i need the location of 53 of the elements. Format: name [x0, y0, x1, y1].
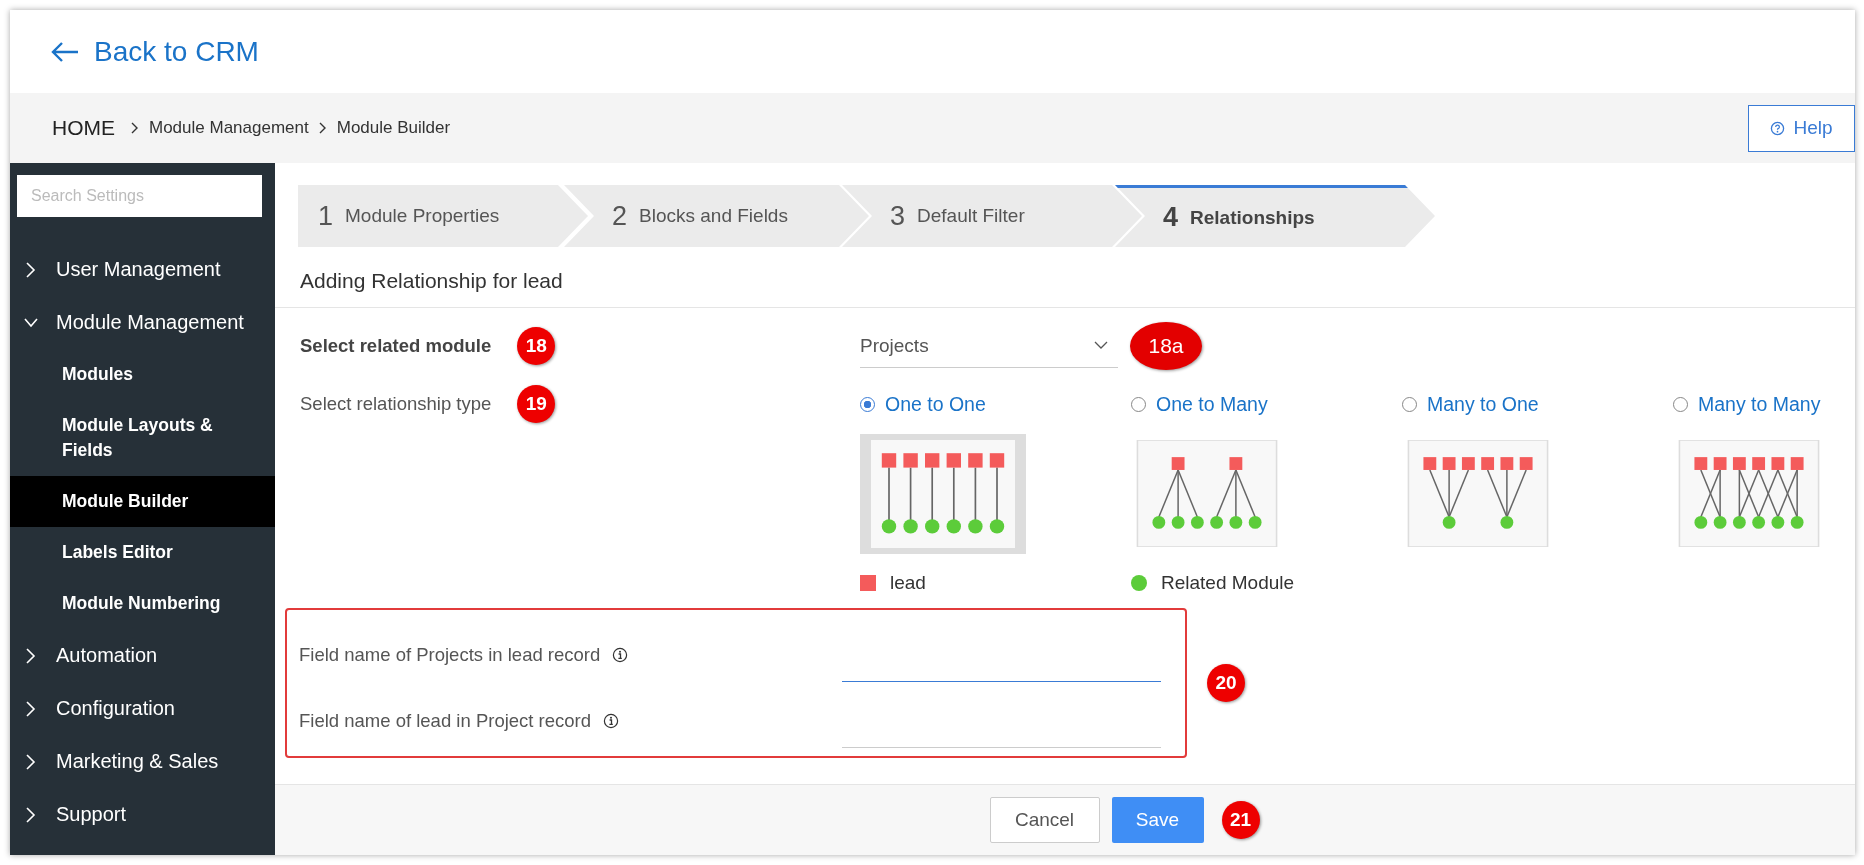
callout-badge: 21: [1221, 801, 1260, 839]
relationship-radio[interactable]: Many to Many: [1673, 382, 1821, 426]
chevron-right-icon: [131, 122, 139, 134]
circle-marker-icon: [1131, 575, 1147, 591]
legend-label: lead: [890, 572, 926, 594]
chevron-right-icon: [318, 122, 327, 134]
sidebar-subitem[interactable]: Modules: [10, 349, 275, 400]
chevron-down-icon: [1094, 341, 1108, 350]
sidebar-item[interactable]: User Management: [10, 243, 275, 296]
search-field[interactable]: Search Settings: [17, 175, 262, 217]
callout-badge: 19: [517, 385, 556, 423]
wizard-step[interactable]: 4 Relationships: [1115, 185, 1435, 247]
module-dropdown[interactable]: Projects: [860, 324, 1118, 368]
sidebar-item[interactable]: Automation: [10, 629, 275, 682]
field-label: Field name of Projects in lead record: [299, 644, 601, 666]
back-arrow-icon: [50, 40, 80, 63]
wizard-step[interactable]: 1 Module Properties: [298, 185, 588, 247]
info-icon: [612, 647, 629, 663]
field-label: Field name of lead in Project record: [299, 710, 592, 732]
wizard-step[interactable]: 2 Blocks and Fields: [564, 185, 869, 247]
square-marker-icon: [860, 575, 876, 591]
legend-label: Related Module: [1161, 572, 1295, 594]
sidebar-subitem[interactable]: Labels Editor: [10, 527, 275, 578]
field-label: Select related module: [300, 335, 492, 357]
breadcrumb-item[interactable]: Module Management: [149, 118, 309, 138]
relationship-radio[interactable]: One to Many: [1131, 382, 1268, 426]
sidebar-subitem[interactable]: Module Layouts & Fields: [10, 400, 275, 476]
relationship-radio[interactable]: One to One: [860, 382, 986, 426]
chevron-right-icon: [24, 259, 38, 280]
help-button[interactable]: Help: [1748, 104, 1855, 152]
sidebar-subitem[interactable]: Module Numbering: [10, 578, 275, 629]
section-title: Adding Relationship for lead: [275, 247, 1855, 308]
sidebar-item[interactable]: Module Management: [10, 296, 275, 349]
chevron-right-icon: [24, 804, 38, 825]
cancel-button[interactable]: Cancel: [989, 797, 1100, 843]
chevron-right-icon: [24, 751, 38, 772]
help-icon: [1770, 120, 1786, 136]
relationship-radio[interactable]: Many to One: [1402, 382, 1539, 426]
info-icon: [603, 713, 620, 729]
sidebar-subitem[interactable]: Module Builder: [10, 476, 275, 527]
wizard-step[interactable]: 3 Default Filter: [842, 185, 1142, 247]
callout-badge: 20: [1207, 664, 1245, 702]
chevron-right-icon: [24, 698, 38, 719]
chevron-right-icon: [24, 645, 38, 666]
sidebar-item[interactable]: Configuration: [10, 682, 275, 735]
breadcrumb-item[interactable]: Module Builder: [336, 118, 451, 138]
breadcrumb-home[interactable]: HOME: [52, 116, 115, 140]
back-link[interactable]: Back to CRM: [50, 35, 259, 68]
callout-badge: 18: [517, 327, 556, 365]
sidebar-item[interactable]: Support: [10, 788, 275, 841]
callout-badge: 18a: [1130, 322, 1202, 370]
field-label: Select relationship type: [300, 393, 492, 415]
sidebar-item[interactable]: Marketing & Sales: [10, 735, 275, 788]
